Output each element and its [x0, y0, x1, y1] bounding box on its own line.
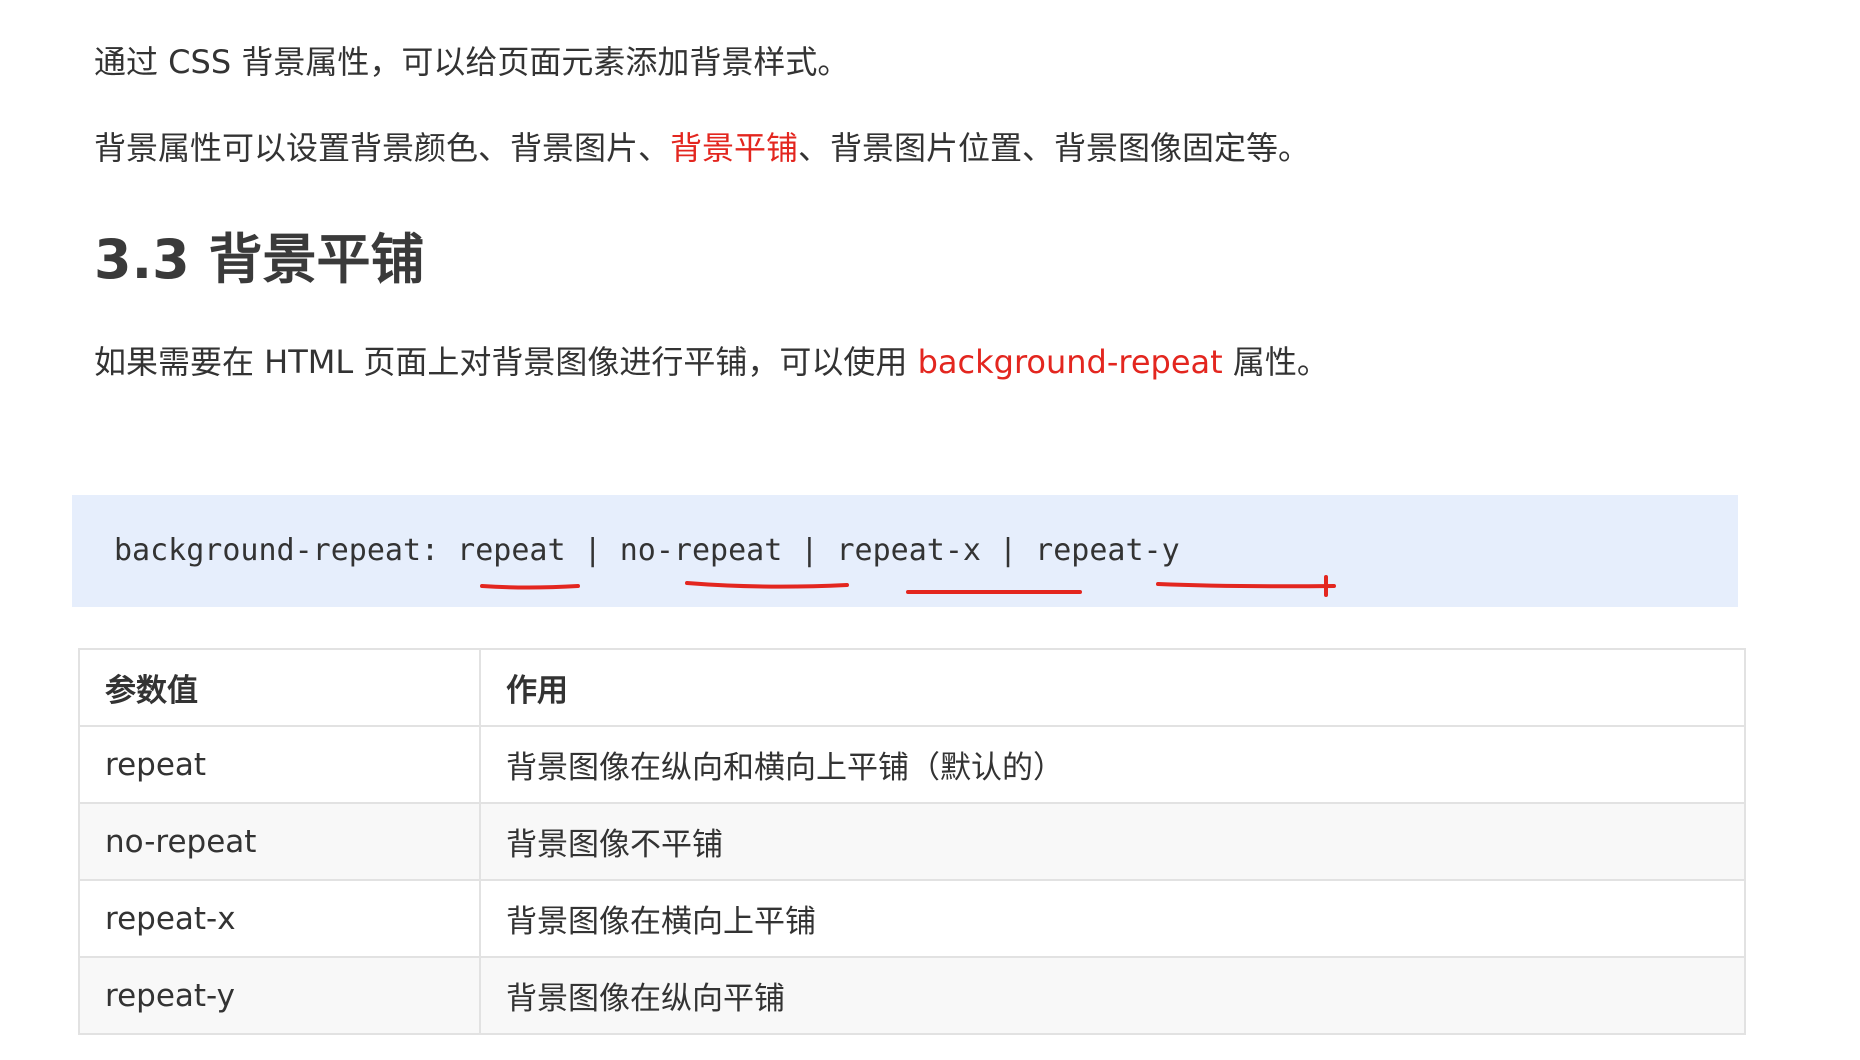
section-number: 3.3 — [94, 228, 190, 291]
param-value-cell: no-repeat — [78, 802, 481, 881]
properties-text-after: 、背景图片位置、背景图像固定等。 — [798, 129, 1311, 167]
highlight-background-repeat-term: 背景平铺 — [670, 129, 799, 167]
highlight-property-name: background-repeat — [917, 343, 1223, 381]
background-properties-paragraph: 背景属性可以设置背景颜色、背景图片、背景平铺、背景图片位置、背景图像固定等。 — [94, 126, 1310, 170]
code-syntax-line: background-repeat: repeat | no-repeat | … — [114, 533, 1180, 568]
param-effect-cell: 背景图像在纵向和横向上平铺（默认的） — [479, 725, 1746, 804]
table-row: repeat-y 背景图像在纵向平铺 — [78, 956, 1746, 1035]
param-effect-cell: 背景图像在横向上平铺 — [479, 879, 1746, 958]
parameter-table: 参数值 作用 repeat 背景图像在纵向和横向上平铺（默认的） no-repe… — [78, 648, 1746, 1035]
properties-text-before: 背景属性可以设置背景颜色、背景图片、 — [94, 129, 671, 167]
intro-text: 通过 CSS 背景属性，可以给页面元素添加背景样式。 — [94, 43, 850, 81]
param-value-cell: repeat — [78, 725, 481, 804]
underline-repeat — [480, 584, 580, 590]
param-value-cell: repeat-y — [78, 956, 481, 1035]
table-header-row: 参数值 作用 — [78, 648, 1746, 727]
param-effect-cell: 背景图像不平铺 — [479, 802, 1746, 881]
underline-no-repeat — [685, 581, 849, 589]
header-effect: 作用 — [479, 648, 1746, 727]
table-row: repeat 背景图像在纵向和横向上平铺（默认的） — [78, 725, 1746, 804]
header-parameter-value: 参数值 — [78, 648, 481, 727]
intro-paragraph: 通过 CSS 背景属性，可以给页面元素添加背景样式。 — [94, 40, 849, 84]
description-paragraph: 如果需要在 HTML 页面上对背景图像进行平铺，可以使用 background-… — [94, 340, 1329, 384]
table-row: repeat-x 背景图像在横向上平铺 — [78, 879, 1746, 958]
description-text-before: 如果需要在 HTML 页面上对背景图像进行平铺，可以使用 — [94, 343, 918, 381]
table-row: no-repeat 背景图像不平铺 — [78, 802, 1746, 881]
description-text-after: 属性。 — [1222, 343, 1329, 381]
param-effect-cell: 背景图像在纵向平铺 — [479, 956, 1746, 1035]
section-heading: 3.3 背景平铺 — [94, 225, 424, 295]
param-value-cell: repeat-x — [78, 879, 481, 958]
code-block: background-repeat: repeat | no-repeat | … — [72, 495, 1738, 607]
section-title: 背景平铺 — [208, 228, 425, 291]
underline-repeat-y — [1156, 582, 1336, 589]
